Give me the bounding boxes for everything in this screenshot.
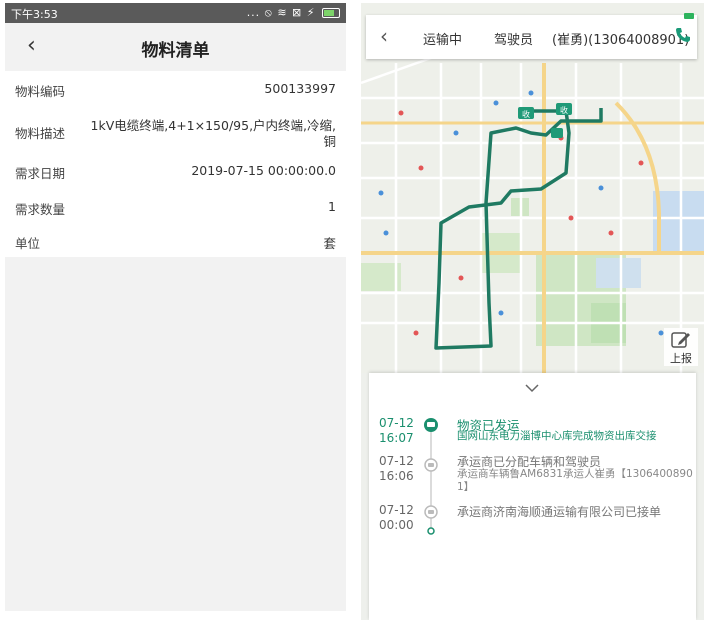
transport-status: 运输中: [423, 33, 463, 48]
marker-right-label: 收: [560, 105, 568, 115]
field-value-line2: 铜: [323, 134, 336, 149]
timeline-date-day: 07-12: [379, 503, 414, 517]
field-value: 500133997: [264, 81, 336, 96]
truck-marker-icon[interactable]: [551, 128, 563, 138]
material-detail-list: 物料编码 500133997 物料描述 1kV电缆终端,4+1×150/95,户…: [5, 71, 346, 257]
timeline-sub: 国网山东电力淄博中心库完成物资出库交接: [457, 430, 657, 442]
timeline-date-day: 07-12: [379, 454, 414, 468]
timeline-sub-line1: 承运商车辆鲁AM6831承运人崔勇【1306400890: [457, 468, 693, 480]
timeline-date: 07-12 00:00: [379, 503, 414, 533]
destination-marker-right[interactable]: 收: [556, 103, 572, 115]
marker-left-label: 收: [522, 109, 530, 119]
map-water: [596, 258, 641, 288]
page-title: 物料清单: [141, 41, 210, 61]
timeline-date-time: 16:06: [379, 469, 414, 483]
field-unit: 单位 套: [5, 233, 346, 253]
field-value-line1: 1kV电缆终端,4+1×150/95,户内终端,冷缩,: [90, 118, 336, 133]
tracking-screen: 收 收 ‹ 运输中 驾驶员 (崔勇)(13064008901) 上报 07-12…: [361, 3, 704, 620]
field-label: 单位: [15, 236, 41, 251]
field-demand-qty: 需求数量 1: [5, 199, 346, 219]
status-icons-text: ... ⦸ ≋ ⊠ ⚡: [246, 6, 316, 19]
timeline-date: 07-12 16:07: [379, 416, 414, 446]
material-list-screen: 下午3:53 ... ⦸ ≋ ⊠ ⚡ ‹ 物料清单 物料编码 500133997…: [5, 3, 346, 611]
field-material-code: 物料编码 500133997: [5, 81, 346, 101]
field-value: 2019-07-15 00:00:00.0: [191, 163, 336, 178]
destination-marker-left[interactable]: 收: [518, 107, 534, 119]
status-time: 下午3:53: [11, 8, 58, 21]
timeline-panel: 07-12 16:07 物资已发运 国网山东电力淄博中心库完成物资出库交接 07…: [369, 373, 696, 620]
field-demand-date: 需求日期 2019-07-15 00:00:00.0: [5, 163, 346, 183]
status-icons: ... ⦸ ≋ ⊠ ⚡: [247, 6, 340, 20]
field-material-desc: 物料描述 1kV电缆终端,4+1×150/95,户内终端,冷缩, 铜: [5, 115, 346, 155]
driver-value: (崔勇)(13064008901): [552, 33, 690, 48]
field-label: 物料描述: [15, 126, 66, 141]
edit-icon: [671, 332, 690, 348]
report-button[interactable]: 上报: [664, 328, 698, 366]
page-header: ‹ 物料清单: [5, 23, 346, 71]
chevron-down-icon[interactable]: [524, 383, 540, 393]
battery-icon: [322, 8, 340, 18]
timeline-track: [424, 418, 438, 535]
timeline-sub-line2: 1】: [457, 481, 475, 493]
field-label: 需求数量: [15, 202, 66, 217]
tracking-topbar: ‹ 运输中 驾驶员 (崔勇)(13064008901): [366, 13, 697, 59]
field-label: 物料编码: [15, 84, 66, 99]
timeline-date: 07-12 16:06: [379, 454, 414, 484]
back-button[interactable]: ‹: [380, 24, 388, 48]
field-value: 1: [328, 199, 336, 214]
timeline-date-day: 07-12: [379, 416, 414, 430]
status-bar: 下午3:53 ... ⦸ ≋ ⊠ ⚡: [5, 3, 346, 23]
phone-icon[interactable]: [675, 27, 691, 47]
report-label: 上报: [670, 352, 692, 365]
signal-bar: [684, 13, 694, 19]
timeline-title: 承运商济南海顺通运输有限公司已接单: [457, 505, 662, 519]
field-value: 套: [323, 236, 336, 251]
timeline-date-time: 16:07: [379, 431, 414, 445]
timeline-date-time: 00:00: [379, 518, 414, 532]
field-label: 需求日期: [15, 166, 66, 181]
driver-label: 驾驶员: [494, 33, 534, 48]
